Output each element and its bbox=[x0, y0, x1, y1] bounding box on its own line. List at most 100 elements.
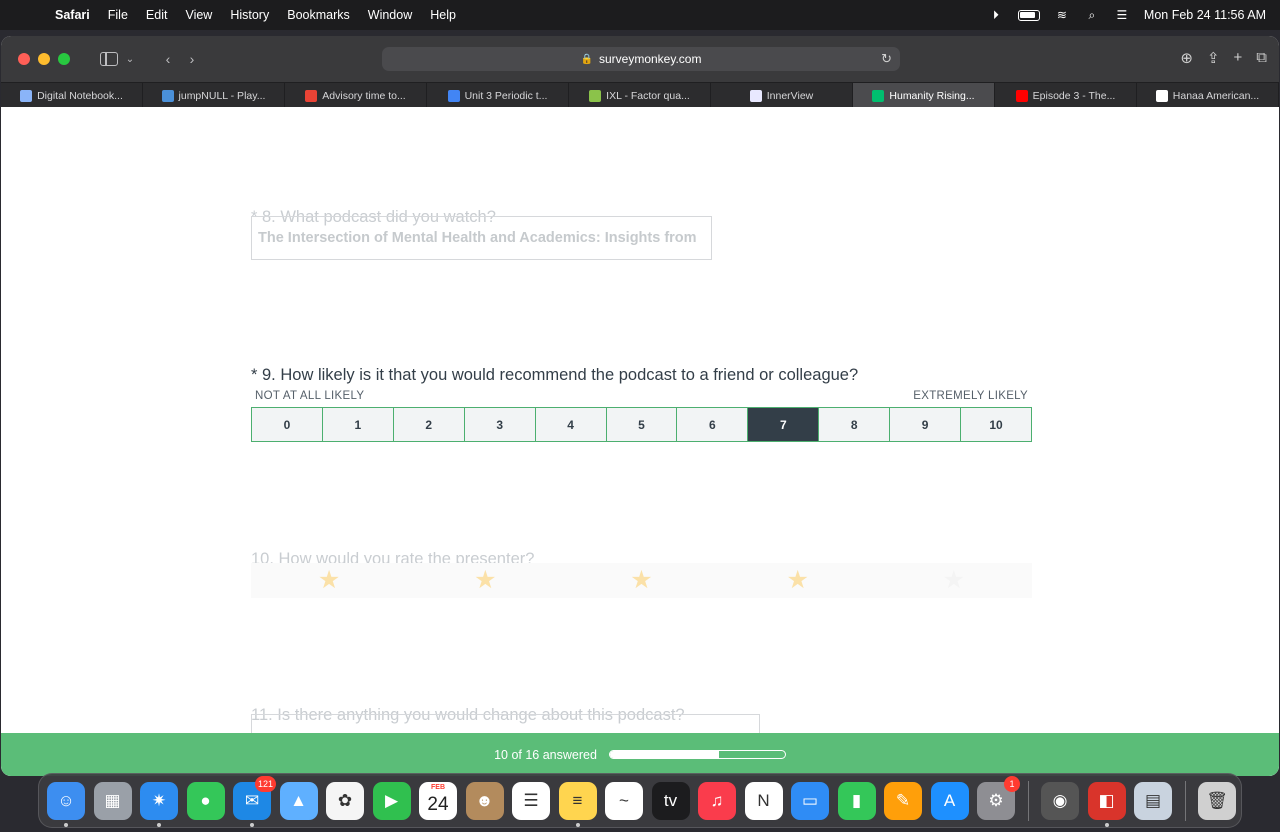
running-indicator bbox=[575, 822, 580, 827]
contacts-icon[interactable]: ☻ bbox=[465, 781, 504, 820]
tab-favicon-icon bbox=[589, 89, 602, 102]
tab-favicon-icon bbox=[305, 89, 318, 102]
star-icon[interactable]: ★ bbox=[943, 568, 965, 593]
apple-tv-icon[interactable]: tv bbox=[651, 781, 690, 820]
share-icon[interactable]: ⇪ bbox=[1207, 49, 1220, 67]
now-playing-icon[interactable]: ⏵ bbox=[988, 8, 1004, 22]
tab-favicon-icon bbox=[447, 89, 460, 102]
podcast-answer-input[interactable]: The Intersection of Mental Health and Ac… bbox=[251, 216, 712, 260]
nps-option-7[interactable]: 7 bbox=[748, 408, 820, 441]
tab-label: Unit 3 Periodic t... bbox=[464, 89, 548, 102]
menu-view[interactable]: View bbox=[176, 8, 221, 22]
browser-tab[interactable]: Advisory time to... bbox=[285, 83, 427, 108]
nps-option-6[interactable]: 6 bbox=[677, 408, 749, 441]
music-icon[interactable]: ♫ bbox=[698, 781, 736, 820]
running-indicator bbox=[157, 822, 161, 827]
running-indicator bbox=[1104, 822, 1109, 827]
progress-text: 10 of 16 answered bbox=[494, 747, 597, 762]
finder-icon[interactable]: ☺ bbox=[47, 781, 85, 827]
progress-bar-fill bbox=[609, 751, 720, 758]
browser-tab[interactable]: Digital Notebook... bbox=[1, 83, 143, 108]
system-settings-icon[interactable]: ⚙ 1 bbox=[977, 775, 1020, 820]
control-center-icon[interactable]: ☰ bbox=[1114, 8, 1130, 22]
sidebar-toggle-icon[interactable] bbox=[100, 52, 118, 66]
launchpad-icon[interactable]: ▦ bbox=[93, 781, 132, 820]
numbers-icon[interactable]: ▮ bbox=[837, 781, 876, 820]
tab-favicon-icon bbox=[1155, 89, 1168, 102]
tab-label: IXL - Factor qua... bbox=[606, 89, 690, 102]
close-window-button[interactable] bbox=[18, 53, 30, 65]
photo-booth-2-icon[interactable]: ◧ bbox=[1087, 781, 1126, 827]
menu-history[interactable]: History bbox=[221, 8, 278, 22]
tab-favicon-icon bbox=[872, 89, 885, 102]
tab-label: InnerView bbox=[766, 89, 814, 102]
question-9: * 9. How likely is it that you would rec… bbox=[251, 366, 859, 384]
safari-icon[interactable]: ✷ bbox=[140, 781, 178, 827]
downloads-icon[interactable]: ⊕ bbox=[1180, 49, 1193, 67]
tab-overview-icon[interactable]: ⧉ bbox=[1256, 49, 1267, 67]
nps-option-3[interactable]: 3 bbox=[464, 408, 536, 441]
notes-icon[interactable]: ≡ bbox=[558, 781, 597, 827]
reminders-icon[interactable]: ☰ bbox=[512, 781, 550, 820]
calendar-icon[interactable]: FEB 24 bbox=[419, 781, 457, 820]
browser-tab[interactable]: Hanaa American... bbox=[1137, 83, 1279, 108]
nps-option-2[interactable]: 2 bbox=[393, 408, 465, 441]
mail-icon[interactable]: ✉ 121 bbox=[233, 775, 276, 827]
reload-icon[interactable]: ↻ bbox=[881, 51, 892, 67]
nps-option-1[interactable]: 1 bbox=[322, 408, 394, 441]
menu-window[interactable]: Window bbox=[359, 8, 421, 22]
tab-favicon-icon bbox=[161, 89, 174, 102]
tab-favicon-icon bbox=[1015, 89, 1028, 102]
running-indicator bbox=[64, 822, 68, 827]
browser-tab[interactable]: IXL - Factor qua... bbox=[569, 83, 711, 108]
star-icon[interactable]: ★ bbox=[630, 568, 652, 593]
notification-badge: 121 bbox=[254, 775, 276, 792]
menu-bookmarks[interactable]: Bookmarks bbox=[278, 8, 359, 22]
browser-tab[interactable]: Humanity Rising... bbox=[853, 83, 995, 108]
star-icon[interactable]: ★ bbox=[318, 568, 340, 593]
photos-icon[interactable]: ✿ bbox=[326, 781, 364, 820]
nps-option-10[interactable]: 10 bbox=[961, 408, 1031, 441]
photo-booth-icon[interactable]: ◉ bbox=[1041, 781, 1079, 820]
nps-option-8[interactable]: 8 bbox=[819, 408, 891, 441]
battery-icon[interactable] bbox=[1017, 9, 1040, 21]
nps-option-5[interactable]: 5 bbox=[606, 408, 678, 441]
wifi-icon[interactable]: ≋ bbox=[1054, 8, 1070, 22]
menu-file[interactable]: File bbox=[99, 8, 137, 22]
dock: ☺ ▦ ✷ ● ✉ 121 ▲ ✿ ▶ FEB 24 ☻ ☰ ≡ ~ tv ♫ N ▭ ▮ ✎ A ⚙ 1 ◉ ◧ ▤ 🗑 bbox=[38, 773, 1242, 828]
freeform-icon[interactable]: ~ bbox=[605, 781, 643, 820]
back-icon[interactable]: ‹ bbox=[156, 51, 180, 67]
minimize-window-button[interactable] bbox=[38, 53, 50, 65]
star-rating: ★ ★ ★ ★ ★ bbox=[251, 563, 1032, 598]
spotlight-search-icon[interactable]: ⌕ bbox=[1084, 8, 1100, 22]
maps-icon[interactable]: ▲ bbox=[279, 781, 318, 820]
menu-app-name[interactable]: Safari bbox=[46, 8, 99, 22]
star-icon[interactable]: ★ bbox=[474, 568, 496, 593]
browser-tab[interactable]: Episode 3 - The... bbox=[995, 83, 1137, 108]
messages-icon[interactable]: ● bbox=[186, 781, 225, 820]
menu-help[interactable]: Help bbox=[421, 8, 465, 22]
menu-edit[interactable]: Edit bbox=[137, 8, 177, 22]
chevron-down-icon[interactable]: ⌄ bbox=[118, 54, 142, 65]
trash-icon[interactable]: 🗑 bbox=[1198, 781, 1236, 820]
nps-option-0[interactable]: 0 bbox=[252, 408, 323, 441]
browser-tab[interactable]: InnerView bbox=[711, 83, 853, 108]
address-bar[interactable]: 🔒 surveymonkey.com ↻ bbox=[382, 47, 900, 71]
nps-high-label: EXTREMELY LIKELY bbox=[913, 390, 1028, 402]
nps-option-9[interactable]: 9 bbox=[890, 408, 962, 441]
keynote-icon[interactable]: ▭ bbox=[791, 781, 829, 820]
pages-icon[interactable]: ✎ bbox=[884, 781, 922, 820]
news-icon[interactable]: N bbox=[744, 781, 783, 820]
zoom-window-button[interactable] bbox=[58, 53, 70, 65]
star-icon[interactable]: ★ bbox=[786, 568, 808, 593]
browser-tab[interactable]: jumpNULL - Play... bbox=[143, 83, 285, 108]
forward-icon[interactable]: › bbox=[180, 51, 204, 67]
menu-clock[interactable]: Mon Feb 24 11:56 AM bbox=[1144, 8, 1266, 22]
nps-option-4[interactable]: 4 bbox=[535, 408, 607, 441]
facetime-icon[interactable]: ▶ bbox=[372, 781, 411, 820]
new-tab-icon[interactable]: + bbox=[1234, 49, 1243, 67]
app-store-icon[interactable]: A bbox=[930, 781, 969, 820]
preview-icon[interactable]: ▤ bbox=[1134, 781, 1172, 820]
browser-tab[interactable]: Unit 3 Periodic t... bbox=[427, 83, 569, 108]
tab-label: Digital Notebook... bbox=[37, 89, 123, 102]
